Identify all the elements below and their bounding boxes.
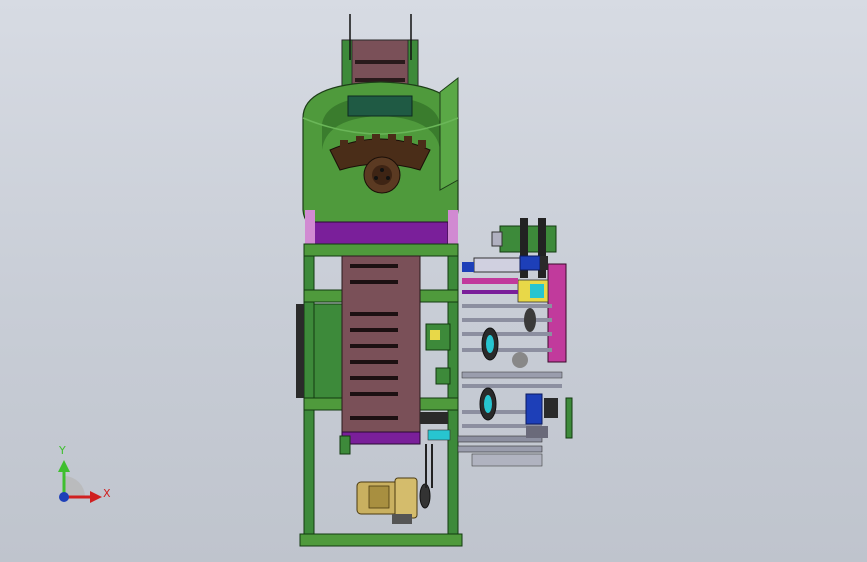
cad-viewport[interactable]: Y X — [0, 0, 867, 562]
model-canvas[interactable]: Y X — [0, 0, 867, 562]
y-axis-label: Y — [58, 444, 66, 457]
y-axis-arrow-icon — [58, 460, 70, 472]
hopper-base-band[interactable] — [313, 221, 449, 245]
hopper-side-pad-right — [448, 210, 458, 246]
coordinate-triad: Y X — [58, 444, 111, 503]
x-axis-label: X — [103, 487, 111, 500]
main-conveyor[interactable] — [339, 255, 421, 455]
hopper-side-pad-left — [305, 210, 315, 246]
drive-motor[interactable] — [356, 444, 433, 524]
triad-origin-icon — [59, 492, 69, 502]
x-axis-arrow-icon — [90, 491, 102, 503]
